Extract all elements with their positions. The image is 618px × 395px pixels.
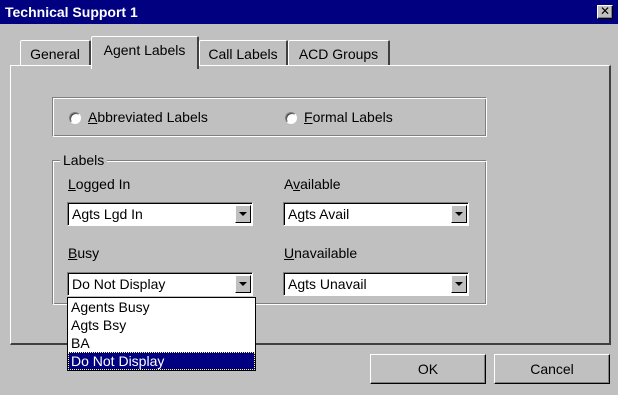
select-value: Agts Lgd In [72, 206, 143, 222]
select-value: Do Not Display [72, 276, 166, 292]
cancel-button[interactable]: Cancel [494, 354, 610, 384]
mnemonic: U [284, 245, 295, 261]
mnemonic: B [68, 245, 78, 261]
label-text: ogged In [75, 176, 131, 192]
tab-label: General [30, 46, 80, 62]
dropdown-option[interactable]: Agts Bsy [68, 316, 255, 334]
available-label: Available [284, 176, 341, 192]
window-title: Technical Support 1 [5, 4, 138, 20]
formal-labels-radio[interactable] [285, 112, 297, 124]
mnemonic: L [68, 176, 76, 192]
logged-in-label: Logged In [68, 176, 130, 192]
ok-button[interactable]: OK [370, 354, 486, 384]
label-text: ailable [300, 176, 341, 192]
chevron-down-icon[interactable] [451, 275, 467, 293]
logged-in-select[interactable]: Agts Lgd In [67, 202, 253, 226]
tab-label: Call Labels [208, 46, 278, 62]
label-text: ormal Labels [312, 109, 393, 125]
label-text: navailable [294, 245, 358, 261]
mnemonic: A [88, 109, 98, 125]
close-icon: ✕ [599, 4, 611, 18]
label-text: usy [77, 245, 100, 261]
chevron-down-icon[interactable] [451, 205, 467, 223]
dropdown-option-selected[interactable]: Do Not Display [68, 352, 255, 370]
busy-select[interactable]: Do Not Display [67, 272, 253, 296]
busy-dropdown-list: Agents Busy Agts Bsy BA Do Not Display [67, 297, 256, 371]
unavailable-label: Unavailable [284, 245, 357, 261]
label-text: bbreviated Labels [97, 109, 208, 125]
title-bar[interactable]: Technical Support 1 ✕ [0, 0, 618, 24]
close-button[interactable]: ✕ [597, 5, 613, 19]
tab-general[interactable]: General [20, 40, 91, 68]
unavailable-select[interactable]: Agts Unavail [283, 272, 469, 296]
tab-label: Agent Labels [103, 42, 186, 58]
tab-label: ACD Groups [298, 46, 379, 62]
select-value: Agts Unavail [288, 276, 367, 292]
label-pre: A [284, 176, 294, 192]
mnemonic: F [304, 109, 313, 125]
chevron-down-icon[interactable] [235, 275, 251, 293]
select-value: Agts Avail [288, 206, 350, 222]
available-select[interactable]: Agts Avail [283, 202, 469, 226]
chevron-down-icon[interactable] [235, 205, 251, 223]
abbreviated-labels-label[interactable]: Abbreviated Labels [88, 109, 208, 125]
dropdown-option[interactable]: BA [68, 334, 255, 352]
abbreviated-labels-radio[interactable] [69, 112, 81, 124]
busy-label: Busy [68, 245, 99, 261]
tab-call-labels[interactable]: Call Labels [199, 40, 288, 68]
labels-group-title: Labels [60, 152, 108, 168]
dropdown-option[interactable]: Agents Busy [68, 298, 255, 316]
tab-acd-groups[interactable]: ACD Groups [288, 40, 390, 68]
formal-labels-label[interactable]: Formal Labels [304, 109, 393, 125]
tab-agent-labels[interactable]: Agent Labels [91, 36, 199, 69]
